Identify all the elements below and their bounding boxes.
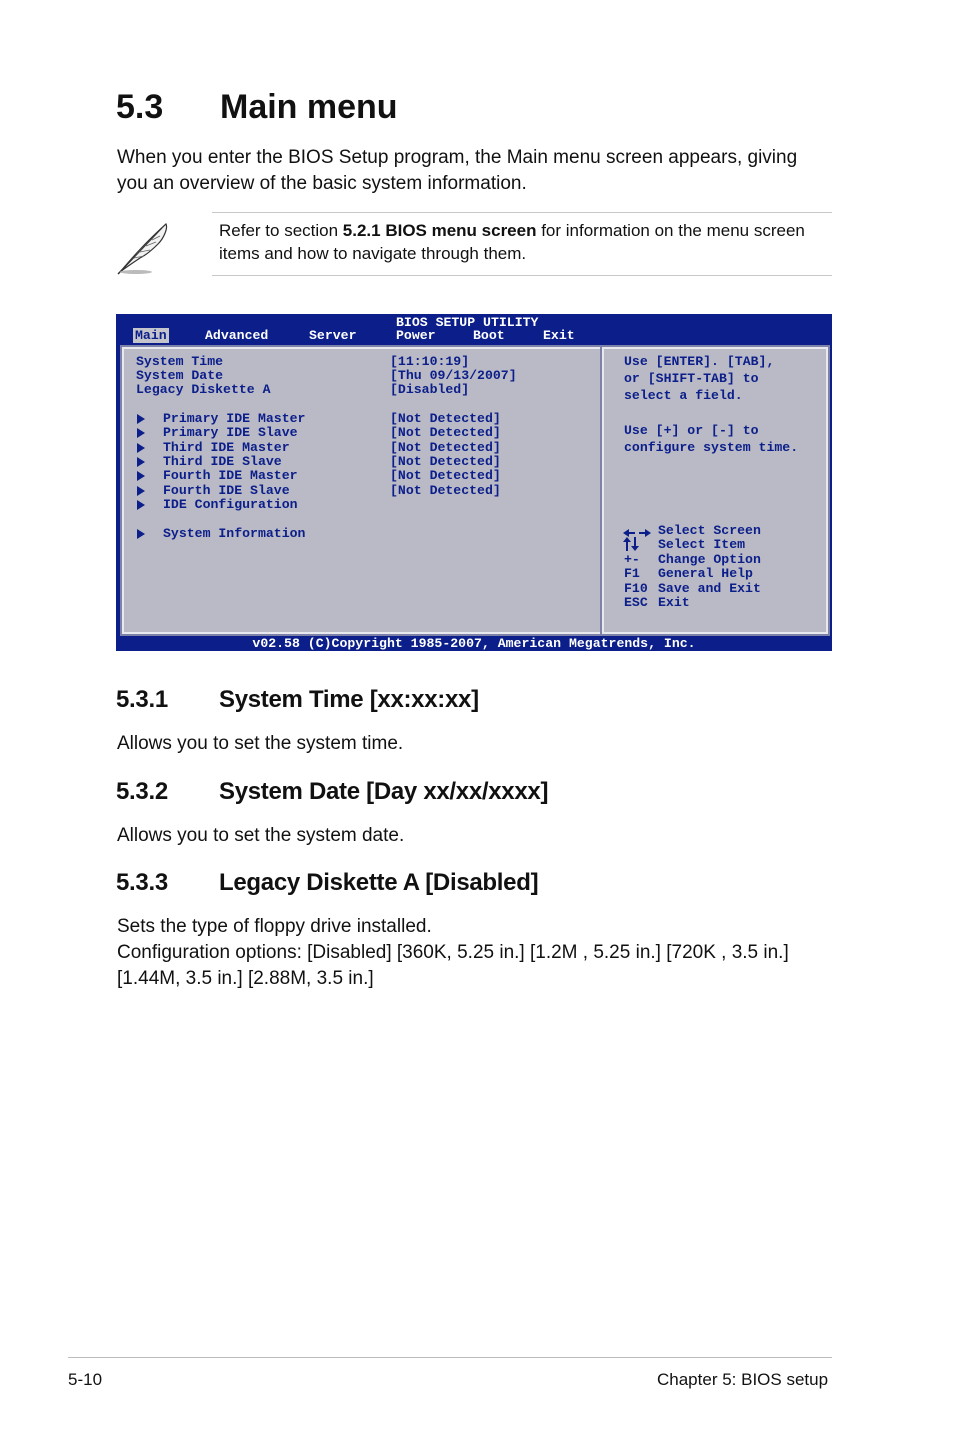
help-line: Use [ENTER]. [TAB], — [624, 354, 775, 369]
section-heading: 5.3 Main menu — [116, 88, 398, 127]
bios-menubar: Main Advanced Server Power Boot Exit — [116, 328, 832, 344]
subsection-body: Allows you to set the system time. — [117, 733, 404, 754]
section-number: 5.3 — [116, 88, 164, 126]
item-system-time-value[interactable]: [11:10:19] — [390, 354, 469, 369]
intro-paragraph: When you enter the BIOS Setup program, t… — [117, 147, 798, 194]
key-desc: Save and Exit — [658, 581, 761, 596]
feather-quill-icon — [114, 218, 174, 276]
item-third-ide-slave-label[interactable]: Third IDE Slave — [163, 454, 282, 469]
item-third-ide-master-label[interactable]: Third IDE Master — [163, 440, 290, 455]
item-primary-ide-master-label[interactable]: Primary IDE Master — [163, 411, 305, 426]
submenu-arrow-icon — [137, 486, 145, 496]
item-legacy-diskette-label[interactable]: Legacy Diskette A — [136, 382, 271, 397]
help-line: select a field. — [624, 388, 743, 403]
submenu-arrow-icon — [137, 500, 145, 510]
help-line: Use [+] or [-] to — [624, 423, 759, 438]
section-title: Main menu — [220, 88, 398, 126]
submenu-arrow-icon — [137, 443, 145, 453]
subsection-heading-system-date: 5.3.2 System Date [Day xx/xx/xxxx] — [116, 778, 548, 806]
bios-help-panel: Use [ENTER]. [TAB], or [SHIFT-TAB] to se… — [600, 345, 830, 636]
menu-advanced[interactable]: Advanced — [205, 328, 268, 343]
key-desc: General Help — [658, 566, 753, 581]
subsection-body: Allows you to set the system date. — [117, 825, 405, 846]
chapter-title: Chapter 5: BIOS setup — [657, 1370, 829, 1389]
note-bottom-rule — [212, 275, 832, 276]
submenu-arrow-icon — [137, 414, 145, 424]
menu-exit[interactable]: Exit — [543, 328, 575, 343]
item-fourth-ide-master-label[interactable]: Fourth IDE Master — [163, 468, 298, 483]
submenu-arrow-icon — [137, 457, 145, 467]
subsection-body: Sets the type of floppy drive installed. — [117, 916, 432, 937]
subsection-number: 5.3.1 — [116, 686, 168, 713]
subsection-heading-system-time: 5.3.1 System Time [xx:xx:xx] — [116, 686, 479, 714]
footer-rule — [68, 1357, 832, 1358]
bios-copyright: v02.58 (C)Copyright 1985-2007, American … — [252, 636, 696, 651]
subsection-title: System Time [xx:xx:xx] — [219, 686, 479, 713]
item-fourth-ide-master-value: [Not Detected] — [390, 468, 501, 483]
subsection-number: 5.3.2 — [116, 778, 168, 805]
key-desc: Change Option — [658, 552, 761, 567]
key-desc: Exit — [658, 595, 690, 610]
key-name: F10 — [624, 581, 648, 596]
menu-power[interactable]: Power — [396, 328, 436, 343]
item-system-time-label[interactable]: System Time — [136, 354, 223, 369]
subsection-body: Configuration options: [Disabled] [360K,… — [117, 942, 789, 989]
item-legacy-diskette-value[interactable]: [Disabled] — [390, 382, 469, 397]
note-top-rule — [212, 212, 832, 213]
menu-server[interactable]: Server — [309, 328, 356, 343]
subsection-title: System Date [Day xx/xx/xxxx] — [219, 778, 549, 805]
key-desc: Select Screen — [658, 523, 761, 538]
menu-main[interactable]: Main — [133, 328, 169, 343]
key-name: ESC — [624, 595, 648, 610]
help-line: or [SHIFT-TAB] to — [624, 371, 759, 386]
submenu-arrow-icon — [137, 428, 145, 438]
item-primary-ide-slave-value: [Not Detected] — [390, 425, 501, 440]
bios-screen: BIOS SETUP UTILITY Main Advanced Server … — [116, 314, 832, 651]
menu-boot[interactable]: Boot — [473, 328, 505, 343]
note-reference: 5.2.1 BIOS menu screen — [342, 221, 537, 240]
subsection-title: Legacy Diskette A [Disabled] — [219, 869, 539, 896]
note-prefix: Refer to section — [219, 221, 343, 240]
key-name: F1 — [624, 566, 640, 581]
item-primary-ide-master-value: [Not Detected] — [390, 411, 501, 426]
item-system-date-value[interactable]: [Thu 09/13/2007] — [390, 368, 517, 383]
item-fourth-ide-slave-label[interactable]: Fourth IDE Slave — [163, 483, 290, 498]
key-name: +- — [624, 552, 640, 567]
note-text: Refer to section 5.2.1 BIOS menu screen … — [219, 219, 829, 265]
submenu-arrow-icon — [137, 471, 145, 481]
item-ide-configuration-label[interactable]: IDE Configuration — [163, 497, 298, 512]
subsection-number: 5.3.3 — [116, 869, 168, 896]
item-fourth-ide-slave-value: [Not Detected] — [390, 483, 501, 498]
item-system-date-label[interactable]: System Date — [136, 368, 223, 383]
item-third-ide-master-value: [Not Detected] — [390, 440, 501, 455]
submenu-arrow-icon — [137, 529, 145, 539]
bios-settings-panel: System Time [11:10:19] System Date [Thu … — [120, 345, 608, 636]
item-system-information-label[interactable]: System Information — [163, 526, 305, 541]
subsection-heading-legacy-diskette: 5.3.3 Legacy Diskette A [Disabled] — [116, 869, 539, 897]
item-third-ide-slave-value: [Not Detected] — [390, 454, 501, 469]
page-number: 5-10 — [68, 1370, 103, 1389]
help-line: configure system time. — [624, 440, 799, 455]
item-primary-ide-slave-label[interactable]: Primary IDE Slave — [163, 425, 298, 440]
key-desc: Select Item — [658, 537, 746, 552]
